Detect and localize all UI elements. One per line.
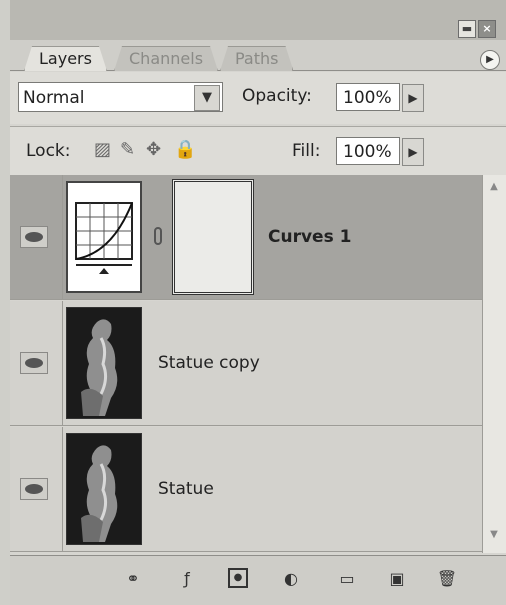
blend-mode-value: Normal	[23, 88, 85, 108]
eye-icon[interactable]	[20, 352, 48, 374]
tab-channels[interactable]: Channels	[114, 46, 218, 71]
eye-icon[interactable]	[20, 226, 48, 248]
layer-row-statue-copy[interactable]: Statue copy	[10, 301, 482, 426]
lock-fill-row: Lock: ▨ ✎ ✥ 🔒 Fill: 100% ▶	[10, 126, 506, 176]
layer-name: Statue copy	[158, 353, 260, 373]
layer-style-icon[interactable]: ƒ	[176, 568, 198, 590]
minimize-icon[interactable]: ▬	[458, 20, 476, 38]
layers-scrollbar[interactable]: ▲ ▼	[482, 175, 506, 553]
layer-row-curves-1[interactable]: Curves 1	[10, 175, 482, 300]
scroll-up-icon[interactable]: ▲	[486, 181, 502, 197]
layer-row-statue[interactable]: Statue	[10, 427, 482, 552]
new-layer-icon[interactable]: ▣	[386, 568, 408, 590]
opacity-label: Opacity:	[242, 86, 312, 106]
curves-graph-icon	[75, 202, 133, 274]
tab-layers[interactable]: Layers	[24, 46, 107, 71]
statue-image	[67, 308, 141, 418]
statue-image	[67, 434, 141, 544]
adjustment-layer-icon[interactable]: ◐	[280, 568, 302, 590]
visibility-cell	[10, 427, 63, 551]
fill-field[interactable]: 100%	[336, 137, 400, 165]
panel-title-bar: ▬ ×	[10, 0, 506, 41]
visibility-cell	[10, 301, 63, 425]
layer-name: Statue	[158, 479, 214, 499]
opacity-slider-button[interactable]: ▶	[402, 84, 424, 112]
chevron-down-icon[interactable]: ▼	[194, 85, 220, 111]
close-icon[interactable]: ×	[478, 20, 496, 38]
layer-name: Curves 1	[268, 227, 352, 247]
layer-mask-thumbnail[interactable]	[172, 179, 254, 295]
scroll-down-icon[interactable]: ▼	[486, 529, 502, 545]
curves-adjustment-thumbnail	[66, 181, 142, 293]
opacity-field[interactable]: 100%	[336, 83, 400, 111]
lock-transparency-icon[interactable]: ▨	[94, 139, 111, 160]
panel-menu-icon[interactable]: ▶	[480, 50, 500, 70]
folder-icon[interactable]: ▭	[336, 568, 358, 590]
visibility-cell	[10, 175, 63, 299]
layers-panel: ▬ × Paths Channels Layers ▶ Normal ▼ Opa…	[10, 0, 506, 605]
blend-opacity-row: Normal ▼ Opacity: 100% ▶	[10, 72, 506, 124]
link-chain-icon[interactable]	[154, 227, 162, 245]
blend-mode-select[interactable]: Normal ▼	[18, 82, 223, 112]
layers-list: Curves 1 Statue copy Statue	[10, 175, 482, 553]
fill-slider-button[interactable]: ▶	[402, 138, 424, 166]
lock-label: Lock:	[26, 141, 71, 161]
tab-row: Paths Channels Layers ▶	[10, 40, 506, 71]
tab-paths[interactable]: Paths	[220, 46, 293, 71]
link-icon[interactable]: ⚭	[122, 568, 144, 590]
eye-icon[interactable]	[20, 478, 48, 500]
statue-thumbnail	[66, 433, 142, 545]
layer-mask-icon[interactable]: ●	[228, 568, 248, 588]
lock-all-icon[interactable]: 🔒	[174, 139, 196, 160]
statue-copy-thumbnail	[66, 307, 142, 419]
lock-image-brush-icon[interactable]: ✎	[120, 139, 135, 160]
bottom-toolbar: ⚭ ƒ ● ◐ ▭ ▣ 🗑	[10, 555, 506, 605]
trash-icon[interactable]: 🗑	[436, 568, 458, 590]
fill-label: Fill:	[292, 141, 321, 161]
lock-position-move-icon[interactable]: ✥	[146, 139, 161, 160]
